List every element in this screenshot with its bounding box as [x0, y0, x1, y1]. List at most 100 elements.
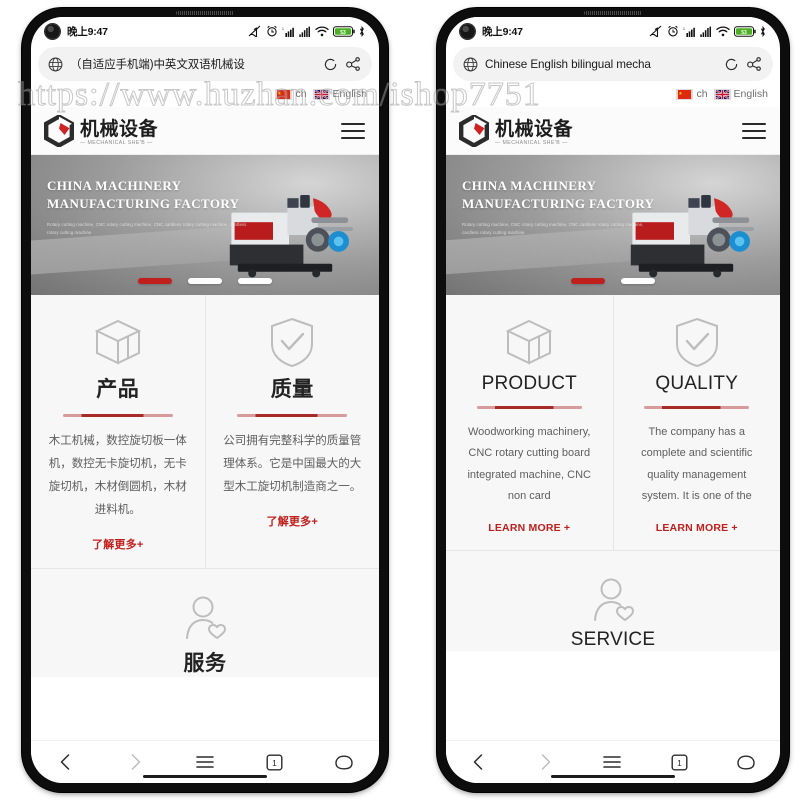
lang-option-ch[interactable]: ch	[275, 88, 307, 100]
signal-icon-sim2	[299, 26, 310, 37]
lang-label-english: English	[332, 88, 367, 100]
battery-level: 53	[340, 29, 346, 35]
screenshot-stage: 晚上9:47 1 53 （自适应手机端)中英文双语机械设 ch English …	[0, 0, 800, 800]
hamburger-menu-icon[interactable]	[742, 122, 766, 139]
carousel-dot-2[interactable]	[621, 278, 655, 284]
hamburger-menu-icon[interactable]	[341, 122, 365, 139]
learn-more-link[interactable]: LEARN MORE +	[630, 522, 765, 534]
feature-cards-left: 产品 木工机械，数控旋切板一体机，数控无卡旋切机，无卡旋切机，木材倒圆机，木材进…	[31, 295, 379, 569]
language-switcher-right: ch English	[446, 81, 780, 107]
card-body: Woodworking machinery, CNC rotary cuttin…	[467, 426, 591, 503]
card-divider	[644, 406, 750, 409]
page-title-left: （自适应手机端)中英文双语机械设	[70, 59, 245, 71]
browser-url-bar-left[interactable]: （自适应手机端)中英文双语机械设	[38, 47, 372, 81]
logo-cn-text: 机械设备	[80, 119, 159, 141]
front-camera-punchhole	[460, 23, 475, 39]
flag-uk-icon	[312, 88, 330, 100]
lang-label-english: English	[733, 88, 768, 100]
carousel-dot-1[interactable]	[571, 278, 605, 284]
svg-text:1: 1	[282, 27, 284, 31]
carousel-indicators-right[interactable]	[446, 278, 780, 284]
hexagon-logo-icon	[44, 114, 74, 147]
card-title: QUALITY	[655, 373, 739, 394]
learn-more-link[interactable]: LEARN MORE +	[462, 522, 597, 534]
globe-icon	[48, 57, 63, 71]
site-logo-left[interactable]: 机械设备 — MECHANICAL SHE'B —	[43, 114, 159, 147]
logo-en-text: — MECHANICAL SHE'B —	[495, 140, 568, 147]
learn-more-link[interactable]: 了解更多+	[222, 513, 364, 529]
site-header-right: 机械设备 — MECHANICAL SHE'B —	[446, 107, 780, 155]
hero-banner-left[interactable]: CHINA MACHINERY MANUFACTURING FACTORY Ro…	[31, 155, 379, 295]
logo-en-text: — MECHANICAL SHE'B —	[80, 140, 153, 147]
card-body: 公司拥有完整科学的质量管理体系。它是中国最大的大型木工旋切机制造商之一。	[223, 435, 362, 493]
tabs-icon[interactable]: 1	[671, 754, 688, 771]
carousel-dot-1[interactable]	[138, 278, 172, 284]
lang-label-ch: ch	[696, 88, 708, 100]
learn-more-link[interactable]: 了解更多+	[47, 536, 189, 552]
site-logo-right[interactable]: 机械设备 — MECHANICAL SHE'B —	[458, 114, 573, 147]
status-bar-left: 晚上9:47 1 53	[31, 17, 379, 45]
user-heart-icon	[31, 595, 379, 641]
silent-mode-icon	[649, 25, 662, 37]
tab-count: 1	[677, 758, 682, 768]
lang-option-english[interactable]: English	[713, 88, 768, 100]
feature-card-product[interactable]: 产品 木工机械，数控旋切板一体机，数控无卡旋切机，无卡旋切机，木材倒圆机，木材进…	[31, 295, 205, 569]
cube-icon	[47, 317, 189, 367]
svg-text:1: 1	[683, 27, 685, 31]
tabs-icon[interactable]: 1	[266, 754, 283, 771]
bluetooth-icon	[359, 25, 364, 37]
menu-icon[interactable]	[602, 754, 622, 770]
bluetooth-icon	[760, 25, 765, 37]
wifi-icon	[315, 25, 329, 36]
gesture-home-bar[interactable]	[143, 775, 267, 778]
reload-icon[interactable]	[724, 57, 739, 72]
carousel-dot-3[interactable]	[238, 278, 272, 284]
card-title: 服务	[183, 652, 227, 675]
lang-option-ch[interactable]: ch	[676, 88, 708, 100]
card-divider	[62, 414, 173, 417]
carousel-indicators-left[interactable]	[31, 278, 379, 284]
home-icon[interactable]	[736, 754, 756, 771]
signal-icon-sim1: 1	[683, 27, 695, 37]
hero-banner-right[interactable]: CHINA MACHINERY MANUFACTURING FACTORY Ro…	[446, 155, 780, 295]
front-camera-punchhole	[45, 23, 60, 39]
page-title-right: Chinese English bilingual mecha	[485, 57, 651, 71]
lang-option-english[interactable]: English	[312, 88, 367, 100]
back-icon[interactable]	[470, 753, 488, 771]
feature-card-product[interactable]: PRODUCT Woodworking machinery, CNC rotar…	[446, 295, 613, 551]
language-switcher-left: ch English	[31, 81, 379, 107]
phone-right-screen: 晚上9:47 1 53 Chinese English bilingual me…	[446, 17, 780, 783]
alarm-icon	[668, 25, 678, 37]
back-icon[interactable]	[57, 753, 75, 771]
hexagon-logo-icon	[459, 114, 489, 147]
feature-card-service-left[interactable]: 服务	[31, 569, 379, 677]
forward-icon[interactable]	[126, 753, 144, 771]
menu-icon[interactable]	[195, 754, 215, 770]
status-bar-right: 晚上9:47 1 53	[446, 17, 780, 45]
carousel-dot-2[interactable]	[188, 278, 222, 284]
browser-url-bar-right[interactable]: Chinese English bilingual mecha	[453, 47, 773, 81]
user-heart-icon	[446, 577, 780, 623]
cube-icon	[462, 317, 597, 367]
signal-icon-sim1: 1	[282, 27, 294, 37]
banner-subtitle: Rotary cutting machine, CNC rotary cutti…	[47, 221, 247, 235]
feature-card-quality[interactable]: QUALITY The company has a complete and s…	[612, 295, 780, 551]
status-clock: 晚上9:47	[482, 25, 523, 38]
gesture-home-bar[interactable]	[551, 775, 675, 778]
feature-card-quality[interactable]: 质量 公司拥有完整科学的质量管理体系。它是中国最大的大型木工旋切机制造商之一。 …	[204, 295, 379, 569]
share-icon[interactable]	[345, 56, 362, 72]
reload-icon[interactable]	[323, 57, 338, 72]
flag-uk-icon	[713, 88, 731, 100]
home-icon[interactable]	[334, 754, 354, 771]
feature-card-service-right[interactable]: SERVICE	[446, 550, 780, 651]
site-header-left: 机械设备 — MECHANICAL SHE'B —	[31, 107, 379, 155]
share-icon[interactable]	[746, 56, 763, 72]
globe-icon	[463, 57, 478, 71]
phone-left: 晚上9:47 1 53 （自适应手机端)中英文双语机械设 ch English …	[22, 8, 388, 792]
status-clock: 晚上9:47	[67, 25, 108, 38]
forward-icon[interactable]	[536, 753, 554, 771]
feature-cards-right: PRODUCT Woodworking machinery, CNC rotar…	[446, 295, 780, 551]
shield-check-icon	[630, 317, 765, 368]
banner-subtitle: Rotary cutting machine, CNC rotary cutti…	[462, 221, 644, 235]
card-body: 木工机械，数控旋切板一体机，数控无卡旋切机，无卡旋切机，木材倒圆机，木材进料机。	[48, 435, 187, 516]
